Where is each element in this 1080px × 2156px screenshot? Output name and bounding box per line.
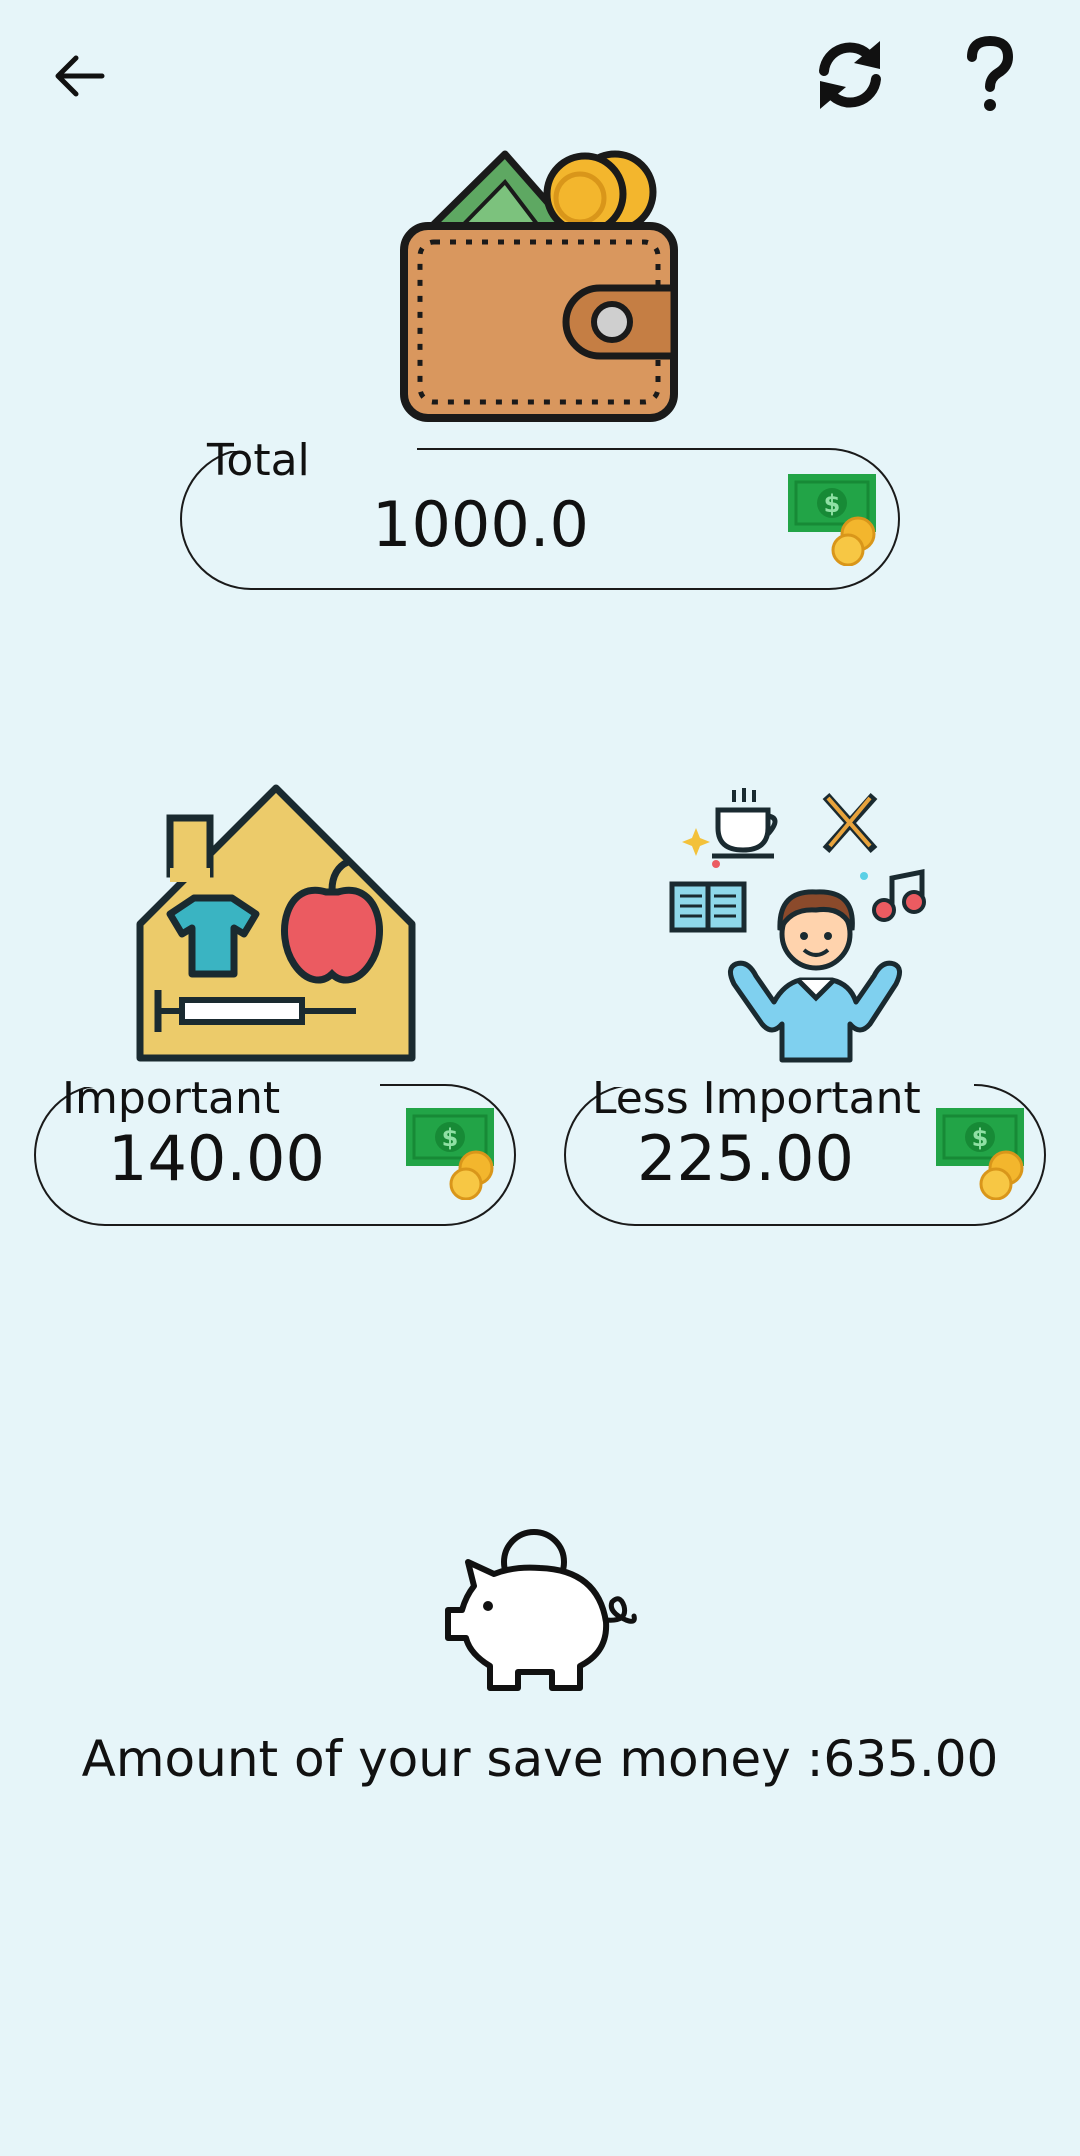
wallet-icon	[400, 150, 678, 422]
refresh-button[interactable]	[800, 30, 900, 120]
money-icon: $	[788, 474, 876, 566]
piggy-bank-icon	[445, 1529, 637, 1691]
refresh-icon	[819, 41, 881, 109]
arrow-left-icon	[55, 55, 105, 97]
savings-amount-text: Amount of your save money :635.00	[81, 1730, 999, 1788]
svg-text:$: $	[824, 490, 841, 518]
question-mark-icon	[967, 35, 1014, 111]
help-button[interactable]	[945, 30, 1035, 120]
hobbies-person-icon	[669, 788, 926, 1063]
less-important-value: 225.00	[637, 1122, 854, 1195]
svg-text:$: $	[972, 1124, 989, 1152]
important-label: Important	[62, 1073, 281, 1124]
total-value: 1000.0	[372, 488, 589, 561]
back-button[interactable]	[40, 36, 120, 116]
important-value: 140.00	[108, 1122, 325, 1195]
money-icon: $	[936, 1108, 1024, 1200]
money-icon: $	[406, 1108, 494, 1200]
house-essentials-icon	[136, 784, 416, 1062]
svg-text:$: $	[442, 1124, 459, 1152]
less-important-label: Less Important	[592, 1073, 921, 1124]
total-label: Total	[207, 435, 310, 486]
